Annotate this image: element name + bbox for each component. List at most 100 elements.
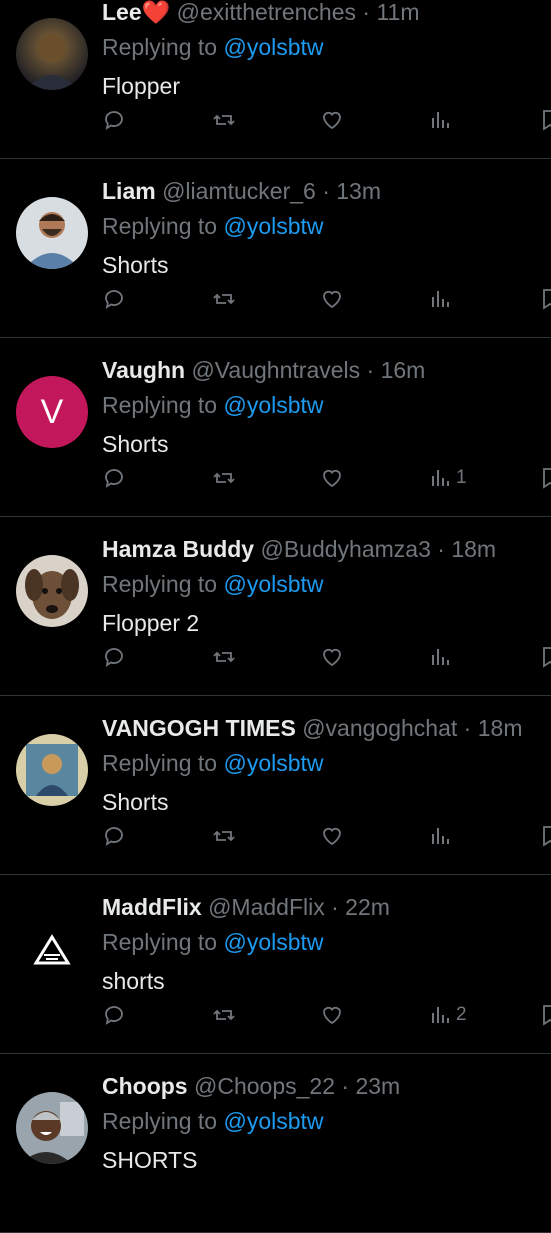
replying-to: Replying to @yolsbtw bbox=[102, 750, 324, 776]
mention-link[interactable]: @yolsbtw bbox=[223, 1108, 323, 1134]
like-button[interactable] bbox=[320, 106, 344, 134]
display-name[interactable]: Choops bbox=[102, 1073, 188, 1099]
mention-link[interactable]: @yolsbtw bbox=[223, 571, 323, 597]
avatar[interactable]: V bbox=[16, 376, 88, 448]
display-name[interactable]: MaddFlix bbox=[102, 894, 202, 920]
bookmark-icon bbox=[543, 1005, 551, 1026]
mention-link[interactable]: @yolsbtw bbox=[223, 750, 323, 776]
handle[interactable]: @Choops_22 bbox=[194, 1073, 335, 1099]
retweet-button[interactable] bbox=[212, 464, 236, 492]
avatar[interactable] bbox=[16, 734, 88, 806]
bookmark-icon bbox=[543, 289, 551, 310]
heart-icon bbox=[323, 469, 341, 488]
bookmark-button[interactable] bbox=[538, 1001, 551, 1029]
handle[interactable]: @vangoghchat bbox=[302, 715, 457, 741]
reply-button[interactable] bbox=[102, 822, 126, 850]
retweet-button[interactable] bbox=[212, 1001, 236, 1029]
bookmark-icon bbox=[543, 826, 551, 847]
reply-button[interactable] bbox=[102, 643, 126, 671]
mention-link[interactable]: @yolsbtw bbox=[223, 929, 323, 955]
replying-to: Replying to @yolsbtw bbox=[102, 34, 324, 60]
bookmark-icon bbox=[543, 110, 551, 131]
views-button[interactable] bbox=[428, 106, 456, 134]
retweet-icon bbox=[213, 293, 235, 305]
handle[interactable]: @liamtucker_6 bbox=[162, 178, 316, 204]
retweet-button[interactable] bbox=[212, 643, 236, 671]
bookmark-button[interactable] bbox=[538, 285, 551, 313]
maddflix-logo-icon bbox=[16, 913, 88, 985]
display-name[interactable]: Hamza Buddy bbox=[102, 536, 254, 562]
avatar[interactable] bbox=[16, 555, 88, 627]
retweet-button[interactable] bbox=[212, 285, 236, 313]
views-button[interactable] bbox=[428, 285, 456, 313]
views-chart-icon bbox=[432, 1007, 449, 1023]
reply-item[interactable]: Lee❤️ @exitthetrenches · 11m Replying to… bbox=[0, 0, 551, 159]
display-name[interactable]: Lee bbox=[102, 0, 142, 25]
replying-to: Replying to @yolsbtw bbox=[102, 929, 324, 955]
mention-link[interactable]: @yolsbtw bbox=[223, 392, 323, 418]
action-bar bbox=[102, 643, 551, 671]
reply-button[interactable] bbox=[102, 464, 126, 492]
like-button[interactable] bbox=[320, 822, 344, 850]
views-button[interactable] bbox=[428, 822, 456, 850]
views-button[interactable]: 2 bbox=[428, 1001, 467, 1029]
heart-icon bbox=[323, 290, 341, 309]
replying-to: Replying to @yolsbtw bbox=[102, 571, 324, 597]
bookmark-icon bbox=[543, 468, 551, 489]
reply-button[interactable] bbox=[102, 106, 126, 134]
handle[interactable]: @exitthetrenches bbox=[177, 0, 356, 25]
retweet-button[interactable] bbox=[212, 822, 236, 850]
reply-item[interactable]: Choops @Choops_22 · 23m Replying to @yol… bbox=[0, 1054, 551, 1233]
avatar[interactable] bbox=[16, 913, 88, 985]
display-name[interactable]: VANGOGH TIMES bbox=[102, 715, 296, 741]
reply-item[interactable]: MaddFlix @MaddFlix · 22m Replying to @yo… bbox=[0, 875, 551, 1054]
action-bar bbox=[102, 106, 551, 134]
timestamp[interactable]: 22m bbox=[345, 894, 390, 920]
display-name[interactable]: Vaughn bbox=[102, 357, 185, 383]
timestamp[interactable]: 13m bbox=[336, 178, 381, 204]
replying-to: Replying to @yolsbtw bbox=[102, 213, 324, 239]
views-button[interactable]: 1 bbox=[428, 464, 467, 492]
retweet-icon bbox=[213, 472, 235, 484]
reply-icon bbox=[105, 827, 123, 846]
like-button[interactable] bbox=[320, 464, 344, 492]
retweet-icon bbox=[213, 651, 235, 663]
reply-item[interactable]: Liam @liamtucker_6 · 13m Replying to @yo… bbox=[0, 159, 551, 338]
retweet-button[interactable] bbox=[212, 106, 236, 134]
replying-to: Replying to @yolsbtw bbox=[102, 392, 324, 418]
timestamp[interactable]: 18m bbox=[451, 536, 496, 562]
handle[interactable]: @Vaughntravels bbox=[191, 357, 360, 383]
handle[interactable]: @Buddyhamza3 bbox=[260, 536, 430, 562]
like-button[interactable] bbox=[320, 1001, 344, 1029]
timestamp[interactable]: 11m bbox=[376, 0, 419, 25]
bookmark-button[interactable] bbox=[538, 643, 551, 671]
avatar[interactable] bbox=[16, 18, 88, 90]
reply-text: shorts bbox=[102, 968, 165, 994]
like-button[interactable] bbox=[320, 285, 344, 313]
bookmark-button[interactable] bbox=[538, 106, 551, 134]
timestamp[interactable]: 23m bbox=[355, 1073, 400, 1099]
avatar[interactable] bbox=[16, 1092, 88, 1164]
heart-icon bbox=[323, 1006, 341, 1025]
reply-button[interactable] bbox=[102, 1001, 126, 1029]
retweet-icon bbox=[213, 1009, 235, 1021]
mention-link[interactable]: @yolsbtw bbox=[223, 34, 323, 60]
action-bar: 1 bbox=[102, 464, 551, 492]
handle[interactable]: @MaddFlix bbox=[208, 894, 325, 920]
mention-link[interactable]: @yolsbtw bbox=[223, 213, 323, 239]
reply-item[interactable]: Hamza Buddy @Buddyhamza3 · 18m Replying … bbox=[0, 517, 551, 696]
timestamp[interactable]: 16m bbox=[381, 357, 426, 383]
timestamp[interactable]: 18m bbox=[478, 715, 523, 741]
reply-button[interactable] bbox=[102, 285, 126, 313]
like-button[interactable] bbox=[320, 643, 344, 671]
display-name[interactable]: Liam bbox=[102, 178, 156, 204]
reply-text: SHORTS bbox=[102, 1147, 198, 1173]
bookmark-button[interactable] bbox=[538, 464, 551, 492]
heart-icon bbox=[323, 111, 341, 130]
reply-item[interactable]: V Vaughn @Vaughntravels · 16m Replying t… bbox=[0, 338, 551, 517]
views-chart-icon bbox=[432, 828, 449, 844]
avatar[interactable] bbox=[16, 197, 88, 269]
bookmark-button[interactable] bbox=[538, 822, 551, 850]
views-button[interactable] bbox=[428, 643, 456, 671]
reply-item[interactable]: VANGOGH TIMES @vangoghchat · 18m Replyin… bbox=[0, 696, 551, 875]
